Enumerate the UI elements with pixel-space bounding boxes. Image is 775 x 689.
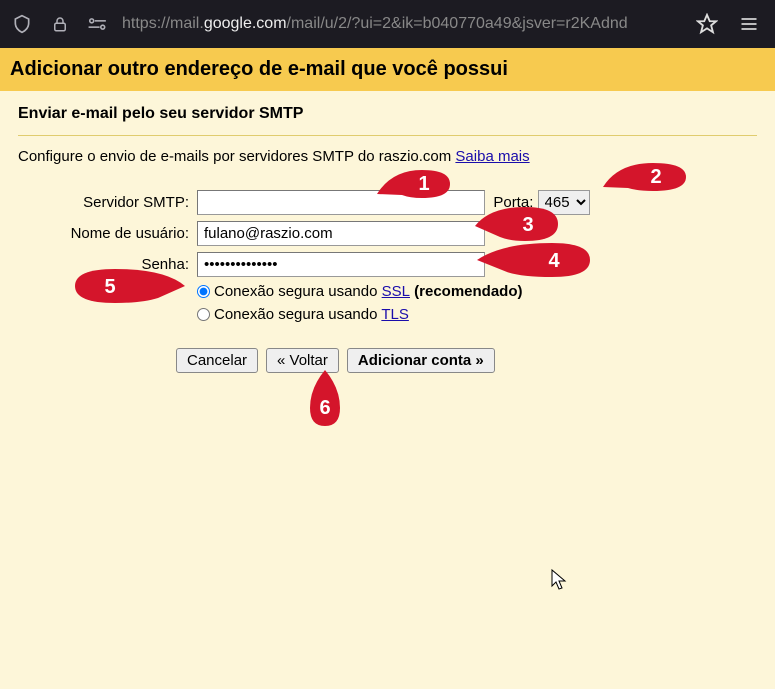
learn-more-link[interactable]: Saiba mais	[455, 148, 529, 165]
smtp-label: Servidor SMTP:	[18, 187, 193, 218]
add-account-button[interactable]: Adicionar conta »	[347, 348, 495, 373]
tls-radio-label: Conexão segura usando TLS	[214, 306, 409, 323]
star-icon[interactable]	[693, 10, 721, 38]
ssl-link[interactable]: SSL	[382, 283, 410, 300]
dialog-title: Adicionar outro endereço de e-mail que v…	[0, 48, 775, 91]
ssl-suffix: (recomendado)	[410, 283, 523, 300]
back-button[interactable]: « Voltar	[266, 348, 339, 373]
section-title: Enviar e-mail pelo seu servidor SMTP	[18, 101, 757, 135]
tls-link[interactable]: TLS	[381, 306, 409, 323]
menu-icon[interactable]	[731, 6, 767, 42]
button-row: Cancelar « Voltar Adicionar conta »	[176, 348, 757, 373]
smtp-server-input[interactable]	[197, 190, 485, 215]
tls-radio[interactable]	[197, 308, 210, 321]
username-label: Nome de usuário:	[18, 218, 193, 249]
svg-text:6: 6	[319, 397, 330, 419]
smtp-form: Servidor SMTP: Porta: 465 Nome de usuári…	[18, 187, 594, 326]
password-label: Senha:	[18, 249, 193, 280]
url-suffix: /mail/u/2/?ui=2&ik=b040770a49&jsver=r2KA…	[287, 15, 628, 32]
divider	[18, 135, 757, 136]
permissions-icon[interactable]	[84, 10, 112, 38]
browser-address-bar: https://mail.google.com/mail/u/2/?ui=2&i…	[0, 0, 775, 48]
port-select[interactable]: 465	[538, 190, 590, 215]
url-domain: google.com	[204, 15, 287, 32]
url-display[interactable]: https://mail.google.com/mail/u/2/?ui=2&i…	[122, 15, 683, 33]
shield-icon[interactable]	[8, 10, 36, 38]
lock-icon[interactable]	[46, 10, 74, 38]
ssl-prefix: Conexão segura usando	[214, 283, 382, 300]
password-input[interactable]	[197, 252, 485, 277]
ssl-radio-label: Conexão segura usando SSL (recomendado)	[214, 283, 523, 300]
url-prefix: https://mail.	[122, 15, 204, 32]
username-input[interactable]	[197, 221, 485, 246]
cancel-button[interactable]: Cancelar	[176, 348, 258, 373]
cursor-icon	[550, 568, 570, 592]
port-label: Porta:	[493, 194, 533, 211]
tls-prefix: Conexão segura usando	[214, 306, 381, 323]
instruction-body: Configure o envio de e-mails por servido…	[18, 148, 455, 165]
instruction-text: Configure o envio de e-mails por servido…	[18, 148, 757, 165]
ssl-radio[interactable]	[197, 285, 210, 298]
